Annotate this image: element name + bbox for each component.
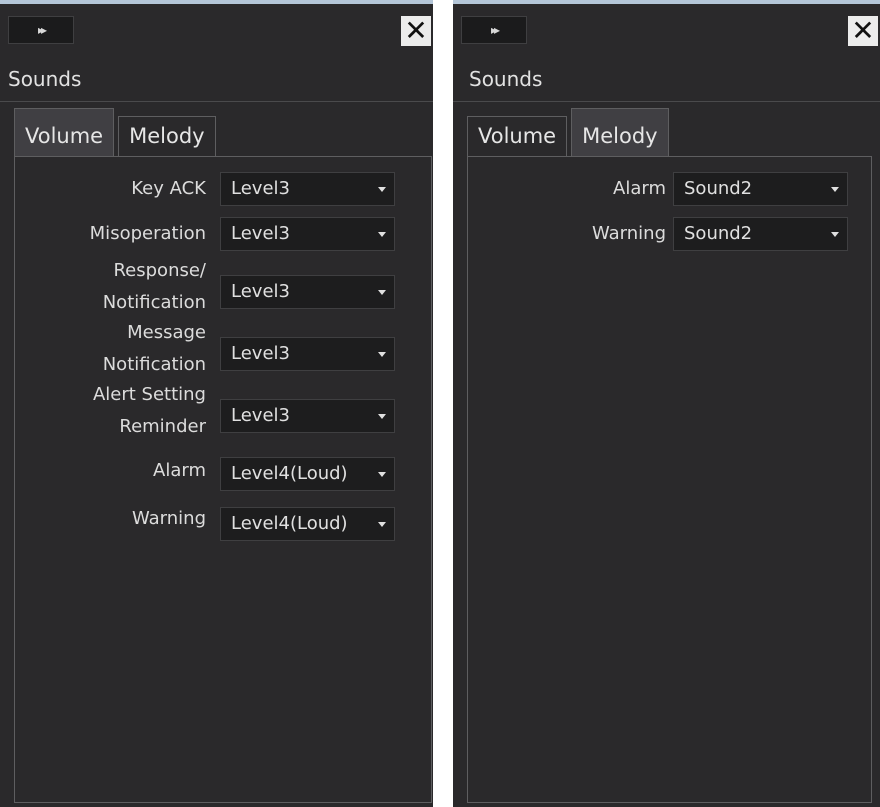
warning-sound-select[interactable]: Sound2 [673, 217, 848, 251]
caret-down-icon [378, 187, 386, 192]
caret-down-icon [378, 414, 386, 419]
warning-volume-select[interactable]: Level4(Loud) [220, 507, 395, 541]
close-button[interactable]: ✕ [401, 16, 431, 46]
select-value: Level3 [231, 281, 290, 302]
tab-melody[interactable]: Melody [118, 116, 216, 156]
tab-volume[interactable]: Volume [467, 116, 568, 156]
tab-melody[interactable]: Melody [571, 108, 669, 156]
setting-label: Warning [591, 223, 666, 244]
setting-label-line2: Reminder [119, 416, 206, 437]
titlebar: ▸▸ ✕ [0, 4, 433, 46]
divider [0, 101, 433, 102]
setting-label: Response/ [113, 260, 206, 281]
setting-label: Alert Setting [92, 384, 206, 405]
caret-down-icon [378, 522, 386, 527]
select-value: Level4(Loud) [231, 513, 348, 534]
setting-label-line2: Notification [102, 292, 206, 313]
divider [453, 101, 880, 102]
key-ack-select[interactable]: Level3 [220, 172, 395, 206]
double-chevron-right-icon: ▸▸ [37, 23, 47, 37]
setting-label: Alarm [153, 460, 206, 481]
double-chevron-right-icon: ▸▸ [490, 23, 500, 37]
setting-label: Warning [131, 508, 206, 529]
setting-label: Key ACK [131, 178, 206, 199]
message-notification-select[interactable]: Level3 [220, 337, 395, 371]
setting-label: Alarm [613, 178, 666, 199]
caret-down-icon [378, 352, 386, 357]
alarm-volume-select[interactable]: Level4(Loud) [220, 457, 395, 491]
select-value: Level3 [231, 178, 290, 199]
select-value: Level3 [231, 223, 290, 244]
caret-down-icon [831, 232, 839, 237]
sounds-panel-volume: ▸▸ ✕ Sounds Volume Melody Key ACK Level3… [0, 0, 433, 807]
misoperation-select[interactable]: Level3 [220, 217, 395, 251]
select-value: Level3 [231, 405, 290, 426]
volume-tab-content: Key ACK Level3 Misoperation Level3 Respo… [14, 156, 432, 803]
expand-button[interactable]: ▸▸ [461, 16, 527, 44]
tab-bar: Volume Melody [14, 108, 220, 156]
melody-tab-content: Alarm Sound2 Warning Sound2 [467, 156, 872, 803]
alert-setting-reminder-select[interactable]: Level3 [220, 399, 395, 433]
sounds-panel-melody: ▸▸ ✕ Sounds Volume Melody Alarm Sound2 W… [453, 0, 880, 807]
select-value: Sound2 [684, 223, 753, 244]
response-notification-select[interactable]: Level3 [220, 275, 395, 309]
close-icon: ✕ [404, 14, 428, 47]
caret-down-icon [378, 232, 386, 237]
tab-volume[interactable]: Volume [14, 108, 115, 156]
panel-title: Sounds [469, 67, 543, 91]
alarm-sound-select[interactable]: Sound2 [673, 172, 848, 206]
panel-title: Sounds [8, 67, 82, 91]
select-value: Sound2 [684, 178, 753, 199]
setting-label: Message [127, 322, 206, 343]
setting-label-line2: Notification [102, 354, 206, 375]
caret-down-icon [378, 290, 386, 295]
expand-button[interactable]: ▸▸ [8, 16, 74, 44]
caret-down-icon [831, 187, 839, 192]
setting-label: Misoperation [89, 223, 206, 244]
select-value: Level3 [231, 343, 290, 364]
select-value: Level4(Loud) [231, 463, 348, 484]
tab-bar: Volume Melody [467, 108, 673, 156]
titlebar: ▸▸ ✕ [453, 4, 880, 46]
close-button[interactable]: ✕ [848, 16, 878, 46]
close-icon: ✕ [851, 14, 875, 47]
caret-down-icon [378, 472, 386, 477]
